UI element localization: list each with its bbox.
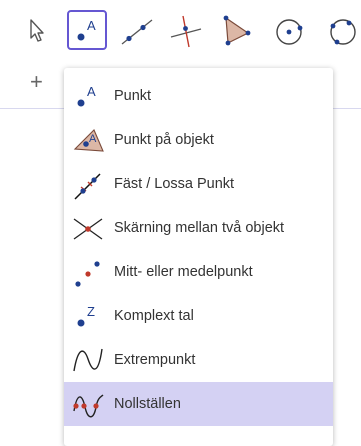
toolbar: A: [0, 0, 361, 60]
complex-number-icon-label: Z: [87, 304, 95, 319]
menu-item-point-on-object[interactable]: A Punkt på objekt: [64, 118, 333, 162]
point-tools-menu: A Punkt A Punkt på objekt Fäst / Lossa P…: [64, 68, 333, 446]
tool-perpendicular[interactable]: [166, 10, 206, 50]
point-icon-label: A: [87, 18, 96, 33]
tool-polygon[interactable]: [214, 10, 254, 50]
tool-point[interactable]: A: [67, 10, 107, 50]
menu-item-point[interactable]: A Punkt: [64, 74, 333, 118]
menu-item-midpoint[interactable]: Mitt- eller medelpunkt: [64, 250, 333, 294]
menu-item-label: Punkt: [114, 88, 152, 104]
menu-item-roots[interactable]: Nollställen: [64, 382, 333, 426]
divider: [333, 108, 361, 109]
menu-item-label: Mitt- eller medelpunkt: [114, 264, 253, 280]
circle-center-point-icon: [276, 19, 303, 45]
roots-icon: [73, 394, 104, 418]
point-on-object-icon: A: [73, 129, 104, 152]
circle-three-points-icon: [330, 19, 356, 45]
add-input-button[interactable]: +: [30, 70, 43, 94]
menu-item-intersect[interactable]: Skärning mellan två objekt: [64, 206, 333, 250]
complex-number-icon: Z: [77, 304, 95, 327]
polygon-icon: [223, 15, 251, 46]
menu-item-label: Nollställen: [114, 396, 181, 412]
tool-line[interactable]: [116, 10, 156, 50]
point-on-object-icon-label: A: [89, 133, 97, 145]
menu-item-label: Komplext tal: [114, 308, 194, 324]
point-icon: A: [77, 84, 96, 107]
menu-item-label: Punkt på objekt: [114, 132, 214, 148]
perpendicular-line-icon: [170, 15, 202, 48]
line-icon: [121, 19, 153, 45]
intersect-icon: [73, 218, 103, 240]
midpoint-icon: [75, 261, 100, 287]
menu-item-extremum[interactable]: Extrempunkt: [64, 338, 333, 382]
point-icon: A: [77, 18, 96, 41]
menu-item-complex-number[interactable]: Z Komplext tal: [64, 294, 333, 338]
menu-item-label: Fäst / Lossa Punkt: [114, 176, 235, 192]
tool-move[interactable]: [16, 10, 56, 50]
point-icon-label: A: [87, 84, 96, 99]
cursor-icon: [30, 19, 44, 42]
extremum-icon: [73, 348, 103, 372]
menu-item-attach-detach-point[interactable]: Fäst / Lossa Punkt: [64, 162, 333, 206]
attach-detach-point-icon: [74, 173, 101, 200]
tool-circle-center[interactable]: [268, 10, 308, 50]
menu-item-label: Skärning mellan två objekt: [114, 220, 285, 236]
divider: [0, 108, 65, 109]
tool-circle-three-points[interactable]: [318, 10, 358, 50]
menu-item-label: Extrempunkt: [114, 352, 196, 368]
